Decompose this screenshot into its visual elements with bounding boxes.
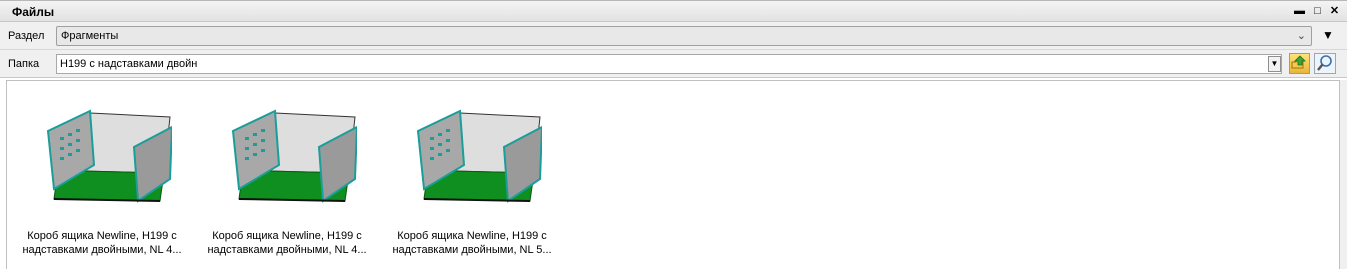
section-row: Раздел Фрагменты ⌄ ▼	[0, 22, 1347, 50]
chevron-down-icon: ⌄	[1296, 30, 1306, 42]
file-item-caption-line: надставками двойными, NL 4...	[22, 244, 182, 256]
drawer-box-thumbnail	[231, 109, 357, 203]
section-select-value: Фрагменты	[61, 30, 119, 42]
panel-right-edge	[1340, 80, 1347, 269]
drawer-box-thumbnail	[416, 109, 542, 203]
search-button[interactable]	[1314, 53, 1336, 74]
folder-up-button[interactable]	[1289, 53, 1310, 74]
file-item-caption-line: Короб ящика Newline, H199 с	[27, 230, 177, 242]
folder-dropdown-button[interactable]: ▼	[1268, 56, 1281, 72]
file-item[interactable]: Короб ящика Newline, H199 с надставками …	[17, 91, 187, 261]
folder-row: Папка H199 с надставками двойн ▼	[0, 50, 1347, 78]
drawer-box-thumbnail	[46, 109, 172, 203]
folder-path-input[interactable]: H199 с надставками двойн	[56, 54, 1282, 74]
file-item-caption-line: надставками двойными, NL 4...	[207, 244, 367, 256]
file-item-caption-line: надставками двойными, NL 5...	[392, 244, 552, 256]
file-grid[interactable]: Короб ящика Newline, H199 с надставками …	[6, 80, 1340, 269]
minimize-button[interactable]: ▬	[1293, 4, 1306, 18]
folder-label: Папка	[8, 58, 40, 70]
file-item-caption-line: Короб ящика Newline, H199 с	[212, 230, 362, 242]
file-item-caption: Короб ящика Newline, H199 с надставками …	[387, 229, 557, 257]
section-select[interactable]: Фрагменты ⌄	[56, 26, 1312, 46]
file-item[interactable]: Короб ящика Newline, H199 с надставками …	[202, 91, 372, 261]
close-button[interactable]: ✕	[1328, 4, 1341, 18]
panel-menu-button[interactable]: ▼	[1322, 28, 1334, 42]
section-label: Раздел	[8, 30, 45, 42]
file-item-caption: Короб ящика Newline, H199 с надставками …	[202, 229, 372, 257]
folder-path-value: H199 с надставками двойн	[60, 58, 198, 70]
file-item[interactable]: Короб ящика Newline, H199 с надставками …	[387, 91, 557, 261]
panel-title: Файлы	[12, 5, 55, 19]
file-item-caption-line: Короб ящика Newline, H199 с	[397, 230, 547, 242]
folder-up-icon	[1291, 55, 1306, 69]
maximize-button[interactable]: □	[1311, 4, 1324, 18]
file-item-caption: Короб ящика Newline, H199 с надставками …	[17, 229, 187, 257]
magnifier-icon	[1317, 55, 1332, 71]
panel-titlebar: Файлы ▬ □ ✕	[0, 0, 1347, 22]
